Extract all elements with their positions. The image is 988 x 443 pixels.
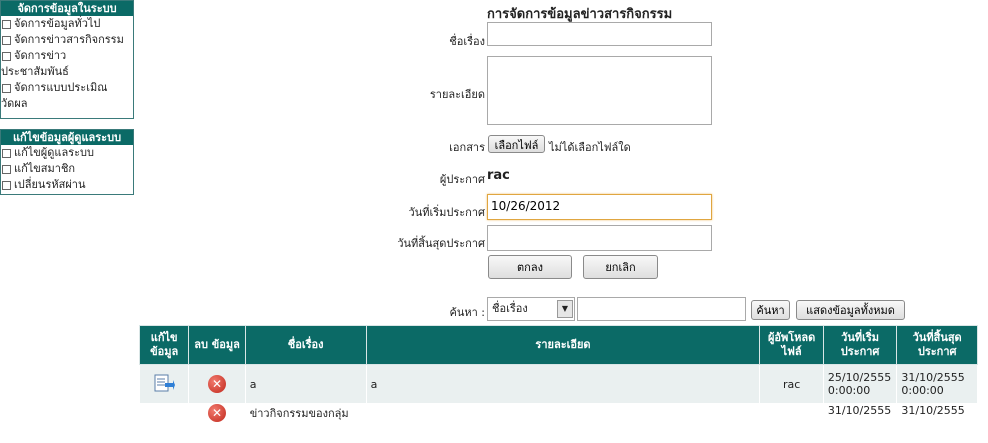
delete-icon[interactable]: ✕ [208, 375, 227, 393]
news-table: แก้ไข ข้อมูล ลบ ข้อมูล ชื่อเรื่อง รายละเ… [138, 325, 978, 443]
row-title: ข่าวกิจกรรมของกลุ่ม [244, 403, 367, 443]
bullet-icon [2, 51, 11, 61]
end-date-label: วันที่สิ้นสุดประกาศ [397, 237, 485, 250]
row-title: a [244, 364, 367, 404]
sidebar-item-evaluation[interactable]: จัดการแบบประเมิณ [1, 80, 133, 96]
col-header-delete: ลบ ข้อมูล [188, 325, 246, 365]
edit-icon[interactable] [153, 412, 175, 432]
user-panel: แก้ไขข้อมูลผู้ดูแลระบบ แก้ไขผู้ดูแลระบบ … [0, 129, 134, 195]
delete-cell[interactable]: ✕ [188, 364, 246, 404]
detail-label: รายละเอียด [429, 88, 485, 101]
delete-cell[interactable]: ✕ [188, 403, 246, 443]
start-date-label: วันที่เริ่มประกาศ [408, 206, 485, 219]
bullet-icon [2, 35, 11, 45]
row-start-date: 25/10/2555 0:00:00 [822, 364, 898, 404]
attach-label: เอกสาร [449, 141, 485, 154]
sidebar-item-edit-admin[interactable]: แก้ไขผู้ดูแลระบบ [1, 145, 133, 161]
cancel-button[interactable]: ยกเลิก [583, 255, 658, 279]
edit-cell[interactable] [138, 364, 190, 404]
table-row: ✕ ข่าวกิจกรรมของกลุ่ม 31/10/2555 31/10/2… [138, 403, 978, 443]
file-status: ไม่ได้เลือกไฟล์ใด [549, 141, 631, 154]
search-field-select[interactable]: ชื่อเรื่อง ▼ [487, 297, 575, 321]
subject-input[interactable] [487, 22, 712, 46]
edit-icon[interactable] [153, 373, 176, 393]
row-uploader: rac [759, 364, 824, 404]
delete-icon[interactable]: ✕ [208, 404, 227, 422]
table-row: ✕ a a rac 25/10/2555 0:00:00 31/10/2555 … [138, 364, 978, 404]
sidebar-item-evaluation-cont[interactable]: วัดผล [1, 96, 133, 112]
search-label: ค้นหา : [449, 306, 485, 319]
system-panel-title: จัดการข้อมูลในระบบ [1, 1, 133, 16]
ok-button[interactable]: ตกลง [488, 255, 572, 279]
bullet-icon [2, 83, 11, 93]
system-panel: จัดการข้อมูลในระบบ จัดการข้อมูลทั่วไป จั… [0, 0, 134, 119]
end-date-input[interactable] [487, 225, 712, 251]
bullet-icon [2, 180, 11, 190]
col-header-detail: รายละเอียด [365, 325, 761, 365]
row-end-date: 31/10/2555 [896, 403, 978, 443]
author-label: ผู้ประกาศ [439, 173, 485, 186]
bullet-icon [2, 19, 11, 29]
dropdown-arrow-icon: ▼ [557, 300, 573, 318]
start-date-input[interactable]: 10/26/2012 [487, 194, 712, 220]
col-header-title: ชื่อเรื่อง [244, 325, 367, 365]
sidebar-item-general[interactable]: จัดการข้อมูลทั่วไป [1, 16, 133, 32]
col-header-edit: แก้ไข ข้อมูล [138, 325, 190, 365]
search-button[interactable]: ค้นหา [751, 300, 790, 320]
author-value: rac [487, 168, 510, 183]
sidebar-item-activity-news[interactable]: จัดการข่าวสารกิจกรรม [1, 32, 133, 48]
subject-label: ชื่อเรื่อง [449, 35, 485, 48]
user-panel-title: แก้ไขข้อมูลผู้ดูแลระบบ [1, 130, 133, 145]
show-all-button[interactable]: แสดงข้อมูลทั้งหมด [796, 300, 905, 320]
bullet-icon [2, 164, 11, 174]
col-header-uploader: ผู้อัพโหลด ไฟล์ [759, 325, 824, 365]
sidebar-item-pr-news[interactable]: จัดการข่าวประชาสัมพันธ์ [1, 48, 133, 80]
bullet-icon [2, 148, 11, 158]
row-start-date: 31/10/2555 [822, 403, 898, 443]
row-uploader [759, 403, 824, 443]
col-header-end: วันที่สิ้นสุด ประกาศ [896, 325, 978, 365]
sidebar-item-edit-member[interactable]: แก้ไขสมาชิก [1, 161, 133, 177]
search-input[interactable] [577, 297, 746, 321]
choose-file-button[interactable]: เลือกไฟล์ [488, 135, 545, 153]
table-header-row: แก้ไข ข้อมูล ลบ ข้อมูล ชื่อเรื่อง รายละเ… [138, 325, 978, 365]
detail-textarea[interactable] [487, 56, 712, 125]
row-end-date: 31/10/2555 0:00:00 [896, 364, 978, 404]
row-detail: a [365, 364, 761, 404]
col-header-start: วันที่เริ่ม ประกาศ [822, 325, 898, 365]
sidebar-item-change-password[interactable]: เปลี่ยนรหัสผ่าน [1, 177, 133, 193]
row-detail [365, 403, 761, 443]
edit-cell[interactable] [138, 403, 190, 443]
page-title: การจัดการข้อมูลข่าวสารกิจกรรม [487, 7, 673, 22]
